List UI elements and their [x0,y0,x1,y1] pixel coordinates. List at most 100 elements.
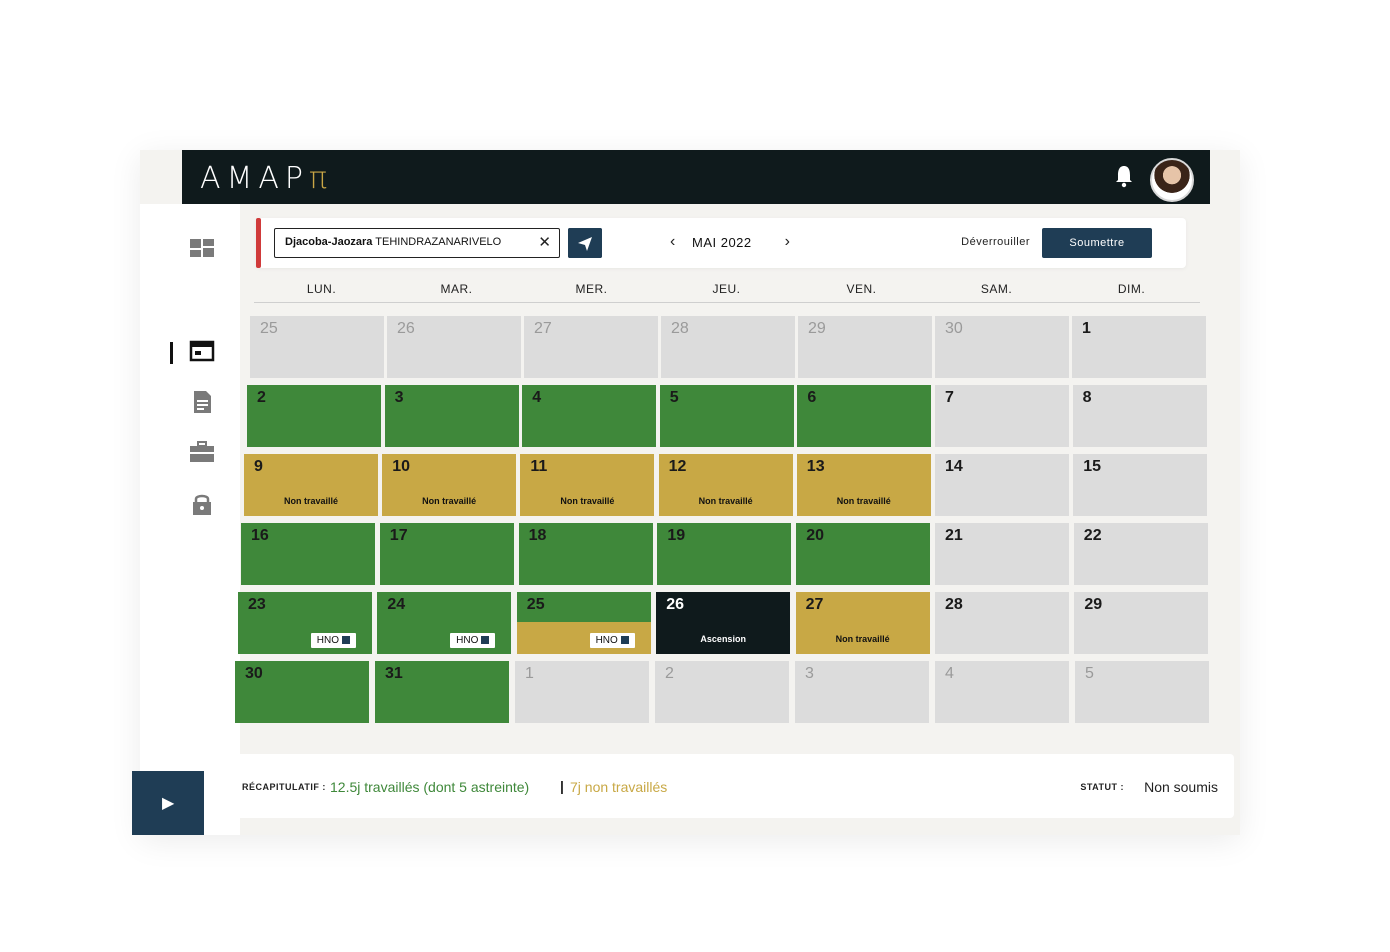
calendar-day-cell[interactable]: 22 [1073,523,1208,585]
calendar-day-cell[interactable]: 28 [661,316,795,378]
calendar-day-cell[interactable]: 31 [375,661,509,723]
calendar-day-cell[interactable]: 8 [1072,385,1207,447]
calendar-day-cell[interactable]: 19 [657,523,792,585]
calendar-day-cell[interactable]: 25 [250,316,384,378]
calendar-day-cell[interactable]: 20 [796,523,931,585]
calendar-day-cell[interactable]: 30 [935,316,1069,378]
day-number: 4 [945,665,954,682]
day-status-label: Non travaillé [698,496,753,506]
clear-icon[interactable]: ✕ [538,233,551,251]
day-number: 2 [665,665,674,682]
day-number: 30 [945,320,963,337]
calendar-day-cell[interactable]: 30 [235,661,369,723]
calendar-day-cell[interactable]: 24 HNO [377,592,512,654]
calendar-day-cell[interactable]: 5 [1075,661,1209,723]
calendar-day-cell[interactable]: 25 HNO [516,592,651,654]
chevron-right-icon[interactable]: › [785,233,790,251]
calendar-day-cell[interactable]: 27 Non travaillé [795,592,930,654]
document-icon[interactable] [188,390,216,414]
lock-icon[interactable] [188,492,216,516]
day-of-week-label: DIM. [1117,282,1146,296]
calendar-day-cell[interactable]: 26 [387,316,521,378]
calendar-day-cell[interactable]: 11 Non travaillé [520,454,655,516]
calendar-day-cell[interactable]: 7 [935,385,1069,447]
day-number: 13 [806,458,825,475]
calendar-day-cell[interactable]: 3 [795,661,929,723]
month-label: MAI 2022 [692,235,752,250]
bell-icon[interactable] [1114,164,1134,188]
day-number: 30 [245,665,263,682]
calendar-day-cell[interactable]: 14 [935,454,1069,516]
calendar-day-cell[interactable]: 9 Non travaillé [244,454,378,516]
day-number: 1 [1082,320,1091,337]
calendar-day-cell[interactable]: 15 [1073,454,1208,516]
calendar-day-cell[interactable]: 3 [384,385,519,447]
edit-icon [481,636,490,645]
day-number: 26 [666,596,684,613]
calendar-day-cell[interactable]: 29 [798,316,932,378]
day-number: 1 [525,665,534,682]
day-number: 16 [251,527,269,544]
calendar-day-cell[interactable]: 23 HNO [238,592,372,654]
day-of-week-label: VEN. [846,282,877,296]
calendar-day-cell[interactable]: 1 [515,661,649,723]
day-of-week-label: MER. [575,282,608,296]
calendar-day-cell[interactable]: 1 [1072,316,1206,378]
day-number: 12 [668,458,687,475]
calendar-day-cell[interactable]: 27 [524,316,658,378]
chevron-left-icon[interactable]: ‹ [670,233,675,251]
calendar-day-cell[interactable]: 28 [935,592,1069,654]
active-indicator [170,342,173,364]
day-status-label: Ascension [700,634,746,644]
calendar-day-cell[interactable]: 17 [379,523,514,585]
user-select-field[interactable]: Djacoba-Jaozara TEHINDRAZANARIVELO ✕ [274,228,560,258]
avatar[interactable] [1150,158,1194,202]
day-of-week-label: SAM. [980,282,1013,296]
hno-label: HNO [595,635,618,646]
calendar-day-cell[interactable]: 4 [522,385,657,447]
dashboard-icon[interactable] [188,236,216,260]
calendar-day-cell[interactable]: 26 Ascension [656,592,791,654]
submit-button[interactable]: Soumettre [1042,228,1152,258]
calendar-icon[interactable] [188,338,216,362]
days-of-week-header: LUN. MAR. MER. JEU. VEN. SAM. DIM. [254,276,1200,303]
summary-label: RÉCAPITULATIF : [242,782,326,792]
day-number: 29 [808,320,826,337]
day-number: 29 [1084,596,1103,613]
day-number: 28 [671,320,689,337]
calendar-day-cell[interactable]: 6 [797,385,932,447]
send-button[interactable] [568,228,602,258]
top-bar: AMAPπ [182,150,1210,204]
hno-badge[interactable]: HNO [310,633,356,648]
day-number: 14 [945,458,963,475]
expand-sidebar-button[interactable]: ▶ [132,771,204,835]
day-number: 15 [1083,458,1101,475]
calendar-day-cell[interactable]: 18 [518,523,653,585]
calendar-day-cell[interactable]: 4 [935,661,1069,723]
briefcase-icon[interactable] [188,440,216,464]
calendar-day-cell[interactable]: 29 [1074,592,1209,654]
calendar-grid: 25 26 27 28 29 30 1 2 3 4 5 6 7 8 9 Non travaillé 10 Non … [235,316,1227,738]
day-number: 2 [257,389,266,406]
calendar-day-cell[interactable]: 10 Non travaillé [382,454,517,516]
logo: AMAPπ [200,161,334,196]
day-number: 6 [807,389,817,406]
calendar-day-cell[interactable]: 21 [935,523,1069,585]
hno-badge[interactable]: HNO [450,633,496,648]
calendar-day-cell[interactable]: 2 [247,385,381,447]
day-number: 19 [667,527,686,544]
calendar-day-cell[interactable]: 2 [655,661,789,723]
calendar-day-cell[interactable]: 12 Non travaillé [658,454,793,516]
sidebar: ▶ [132,204,240,835]
alert-marker [256,218,261,268]
day-number: 3 [394,389,404,406]
calendar-day-cell[interactable]: 16 [241,523,375,585]
calendar-day-cell[interactable]: 13 Non travaillé [796,454,931,516]
day-number: 4 [532,389,542,406]
day-number: 17 [389,527,408,544]
calendar-day-cell[interactable]: 5 [659,385,794,447]
hno-badge[interactable]: HNO [589,633,635,648]
day-number: 23 [248,596,266,613]
status-label: STATUT : [1080,782,1124,792]
unlock-link[interactable]: Déverrouiller [961,236,1030,248]
